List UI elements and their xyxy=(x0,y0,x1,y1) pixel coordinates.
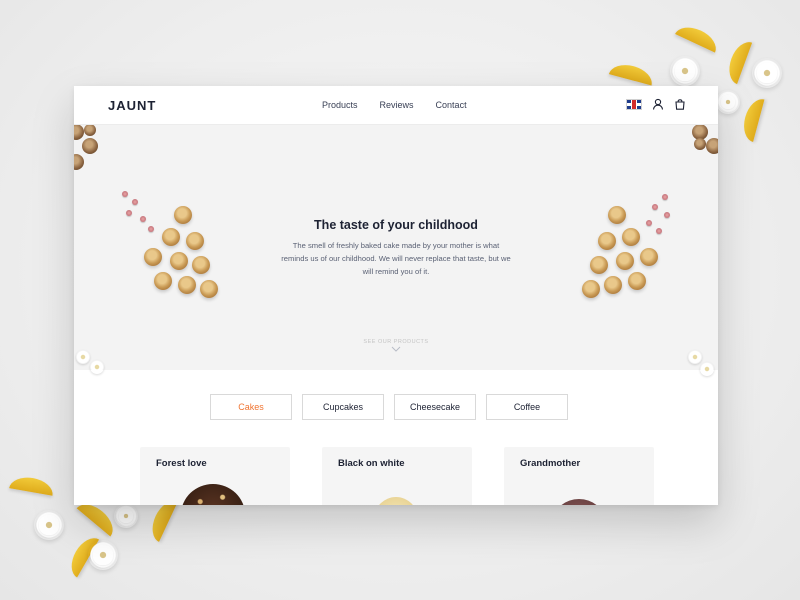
mango-slice-decoration xyxy=(9,474,55,496)
header-icons xyxy=(626,98,686,110)
chevron-down-icon[interactable] xyxy=(391,346,401,352)
product-grid: Forest love Black on white Grandmother xyxy=(140,447,654,505)
shopping-bag-icon[interactable] xyxy=(674,98,686,110)
white-flower-decoration xyxy=(34,510,64,540)
user-icon[interactable] xyxy=(652,98,664,110)
nav-item-products[interactable]: Products xyxy=(322,100,358,110)
rosebud-image xyxy=(652,204,658,210)
main-nav: Products Reviews Contact xyxy=(322,100,467,110)
product-title: Grandmother xyxy=(520,458,581,469)
category-tabs: Cakes Cupcakes Cheesecake Coffee xyxy=(210,394,568,420)
biscuit-image xyxy=(590,256,608,274)
white-flower-image xyxy=(700,362,714,376)
tab-cheesecake[interactable]: Cheesecake xyxy=(394,394,476,420)
biscuit-image xyxy=(74,154,84,170)
biscuit-image xyxy=(628,272,646,290)
product-title: Forest love xyxy=(156,458,207,469)
hero-section: The taste of your childhood The smell of… xyxy=(74,124,718,376)
hero-title: The taste of your childhood xyxy=(314,218,478,232)
white-flower-decoration xyxy=(716,90,740,114)
mango-slice-decoration xyxy=(608,60,656,86)
tab-cupcakes[interactable]: Cupcakes xyxy=(302,394,384,420)
biscuit-image xyxy=(178,276,196,294)
mango-slice-decoration xyxy=(675,21,721,53)
rosebud-image xyxy=(662,194,668,200)
white-flower-decoration xyxy=(670,56,700,86)
white-flower-image xyxy=(76,350,90,364)
product-card[interactable]: Forest love xyxy=(140,447,290,505)
rosebud-image xyxy=(122,191,128,197)
biscuit-image xyxy=(616,252,634,270)
hero-description: The smell of freshly baked cake made by … xyxy=(281,241,511,276)
white-flower-image xyxy=(90,360,104,374)
biscuit-image xyxy=(694,138,706,150)
white-flower-decoration xyxy=(752,58,782,88)
brand-logo[interactable]: JAUNT xyxy=(108,98,156,113)
uk-flag-icon[interactable] xyxy=(626,98,642,110)
white-flower-image xyxy=(688,350,702,364)
rosebud-image xyxy=(132,199,138,205)
grandmother-cake-image xyxy=(554,499,604,505)
see-products-link[interactable]: SEE OUR PRODUCTS xyxy=(74,339,718,345)
biscuit-image xyxy=(170,252,188,270)
product-title: Black on white xyxy=(338,458,405,469)
white-flower-decoration xyxy=(114,504,138,528)
biscuit-image xyxy=(74,124,84,140)
tab-coffee[interactable]: Coffee xyxy=(486,394,568,420)
biscuit-image xyxy=(640,248,658,266)
product-card[interactable]: Black on white xyxy=(322,447,472,505)
browser-frame: JAUNT Products Reviews Contact The taste… xyxy=(74,86,718,505)
biscuit-image xyxy=(604,276,622,294)
biscuit-image xyxy=(154,272,172,290)
nav-item-reviews[interactable]: Reviews xyxy=(380,100,414,110)
rosebud-image xyxy=(126,210,132,216)
biscuit-image xyxy=(200,280,218,298)
biscuit-image xyxy=(706,138,718,154)
product-card[interactable]: Grandmother xyxy=(504,447,654,505)
mango-slice-decoration xyxy=(739,95,765,143)
biscuit-image xyxy=(192,256,210,274)
biscuit-image xyxy=(186,232,204,250)
site-header: JAUNT Products Reviews Contact xyxy=(74,86,718,125)
nav-item-contact[interactable]: Contact xyxy=(436,100,467,110)
tab-cakes[interactable]: Cakes xyxy=(210,394,292,420)
biscuit-image xyxy=(84,124,96,136)
mango-slice-decoration xyxy=(723,37,753,85)
white-flower-decoration xyxy=(88,540,118,570)
biscuit-image xyxy=(144,248,162,266)
chocolate-cake-image xyxy=(181,484,245,505)
biscuit-image xyxy=(598,232,616,250)
biscuit-image xyxy=(82,138,98,154)
biscuit-image xyxy=(582,280,600,298)
vanilla-cake-image xyxy=(374,497,418,505)
